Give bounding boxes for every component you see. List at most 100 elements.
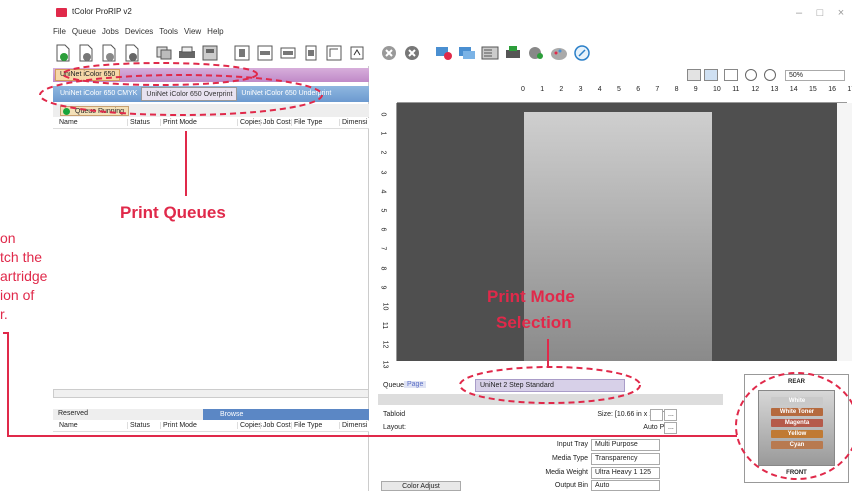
menu-queue[interactable]: Queue <box>72 27 96 39</box>
paper-dropdown[interactable] <box>650 409 663 421</box>
side-line-1: on <box>0 230 16 246</box>
color-tools-button[interactable] <box>480 43 500 63</box>
column-dimensions[interactable]: Dimensi <box>339 422 367 429</box>
ruler-h-tick: 0 <box>521 86 525 93</box>
ruler-h-tick: 8 <box>674 86 679 93</box>
column-print-mode[interactable]: Print Mode <box>160 119 197 126</box>
tab-queue-underprint[interactable]: UniNet iColor 650 Underprint <box>237 87 335 101</box>
cartridge-rear-label: REAR <box>787 379 805 385</box>
layout-more-button[interactable]: ... <box>664 422 677 434</box>
app-logo-icon <box>56 8 67 17</box>
ruler-h-tick: 15 <box>809 86 817 93</box>
minimize-button[interactable]: – <box>790 6 808 20</box>
layout-2-button[interactable] <box>255 43 275 63</box>
menu-devices[interactable]: Devices <box>125 27 153 39</box>
column-job-cost[interactable]: Job Cost <box>260 422 291 429</box>
compass-icon[interactable] <box>572 43 592 63</box>
column-status[interactable]: Status <box>127 119 150 126</box>
column-file-type[interactable]: File Type <box>291 119 322 126</box>
menu-help[interactable]: Help <box>207 27 223 39</box>
zoom-select[interactable]: 50% <box>785 70 845 81</box>
printer-tab[interactable]: UniNet iColor 650 <box>55 69 121 81</box>
output-bin-select[interactable]: Auto <box>591 480 660 491</box>
maximize-button[interactable]: □ <box>811 6 829 20</box>
ruler-v-tick: 5 <box>379 208 387 213</box>
layout-1-button[interactable] <box>232 43 252 63</box>
zoom-in-icon[interactable] <box>745 69 757 81</box>
tab-queue[interactable]: Queue <box>383 382 404 389</box>
ruler-v-tick: 1 <box>379 131 387 136</box>
ruler-h-tick: 4 <box>597 86 602 93</box>
close-button[interactable]: × <box>832 6 850 20</box>
job-info-button[interactable] <box>122 43 142 63</box>
column-copies[interactable]: Copies <box>237 422 262 429</box>
start-queue-button[interactable] <box>379 43 399 63</box>
column-file-type[interactable]: File Type <box>291 422 322 429</box>
delete-job-button[interactable] <box>76 43 96 63</box>
ruler-v-tick: 13 <box>381 360 389 368</box>
column-dimensions[interactable]: Dimensi <box>339 119 367 126</box>
preview-button[interactable] <box>200 43 220 63</box>
column-copies[interactable]: Copies <box>237 119 262 126</box>
select-tool-icon[interactable] <box>687 69 701 81</box>
rotate-button[interactable] <box>347 43 367 63</box>
column-job-cost[interactable]: Job Cost <box>260 119 291 126</box>
print-mode-select[interactable]: UniNet 2 Step Standard <box>475 379 625 392</box>
device-button[interactable] <box>503 43 523 63</box>
copy-job-button[interactable] <box>154 43 174 63</box>
job-properties-button[interactable] <box>99 43 119 63</box>
vertical-scrollbar[interactable] <box>837 103 852 361</box>
menu-tools[interactable]: Tools <box>159 27 178 39</box>
layout-3-button[interactable] <box>278 43 298 63</box>
maintenance-button[interactable] <box>526 43 546 63</box>
new-job-button[interactable] <box>53 43 73 63</box>
tab-queue-overprint[interactable]: UniNet iColor 650 Overprint <box>141 87 238 101</box>
zoom-out-icon[interactable] <box>764 69 776 81</box>
media-type-select[interactable]: Transparency <box>591 453 660 465</box>
media-weight-label: Media Weight <box>545 469 588 476</box>
ruler-v-tick: 12 <box>381 340 389 349</box>
main-toolbar <box>53 40 852 66</box>
cartridge-slot: White <box>771 397 823 405</box>
media-weight-select[interactable]: Ultra Heavy 1 125 <box>591 467 660 479</box>
running-icon <box>63 108 70 115</box>
cartridge-slot: Magenta <box>771 419 823 427</box>
ruler-v-tick: 7 <box>379 246 387 251</box>
annotation-print-mode: Print Mode <box>487 287 575 306</box>
menu-view[interactable]: View <box>184 27 201 39</box>
queue-manager-button[interactable] <box>457 43 477 63</box>
queue-settings-button[interactable] <box>434 43 454 63</box>
column-name[interactable]: Name <box>57 119 78 126</box>
layout-5-button[interactable] <box>324 43 344 63</box>
column-print-mode[interactable]: Print Mode <box>160 422 197 429</box>
grid-tool-icon[interactable] <box>724 69 738 81</box>
stop-queue-button[interactable] <box>402 43 422 63</box>
column-status[interactable]: Status <box>127 422 150 429</box>
tab-queue-cmyk[interactable]: UniNet iColor 650 CMYK <box>56 87 141 101</box>
browse-tab[interactable]: Browse <box>203 409 369 420</box>
ruler-h-tick: 3 <box>578 86 583 93</box>
output-bin-label: Output Bin <box>554 482 588 489</box>
ruler-v-tick: 6 <box>379 227 387 232</box>
palette-button[interactable] <box>549 43 569 63</box>
ruler-v-tick: 2 <box>379 150 387 155</box>
tab-page[interactable]: Page <box>404 381 427 388</box>
print-button[interactable] <box>177 43 197 63</box>
ruler-v-tick: 4 <box>379 189 387 194</box>
layout-4-button[interactable] <box>301 43 321 63</box>
menu-file[interactable]: File <box>53 27 66 39</box>
ruler-v-tick: 8 <box>379 266 387 271</box>
paper-row: Tabloid Size: [10.66 in x 16.67 in] <box>378 409 676 421</box>
paper-more-button[interactable]: ... <box>664 409 677 421</box>
pan-tool-icon[interactable] <box>704 69 718 81</box>
queue-running-button[interactable]: Queue Running <box>60 106 130 116</box>
ruler-h-tick: 7 <box>655 86 660 93</box>
horizontal-scrollbar[interactable] <box>53 389 369 398</box>
color-adjust-button[interactable]: Color Adjust <box>381 481 461 491</box>
input-tray-select[interactable]: Multi Purpose <box>591 439 660 451</box>
window-title: tColor ProRIP v2 <box>72 7 132 16</box>
menu-jobs[interactable]: Jobs <box>102 27 119 39</box>
reserved-tab[interactable]: Reserved <box>58 410 88 417</box>
ruler-v-tick: 3 <box>379 170 387 175</box>
column-name[interactable]: Name <box>57 422 78 429</box>
